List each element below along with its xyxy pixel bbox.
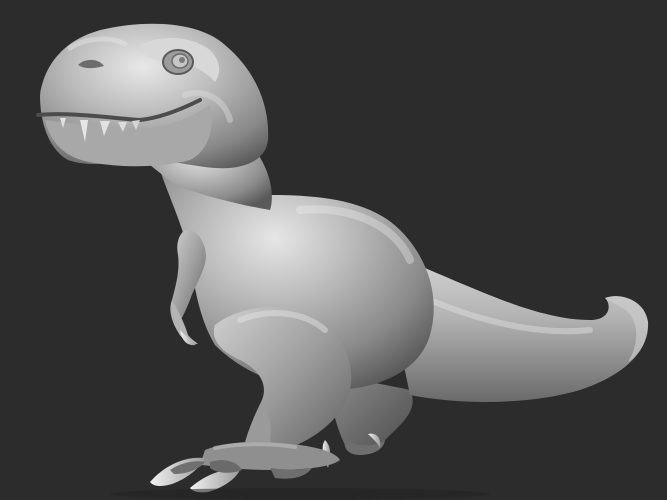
ground-shadow [110, 488, 490, 500]
dinosaur-sculpt[interactable] [0, 0, 667, 500]
3d-viewport[interactable] [0, 0, 667, 500]
head [36, 23, 272, 210]
